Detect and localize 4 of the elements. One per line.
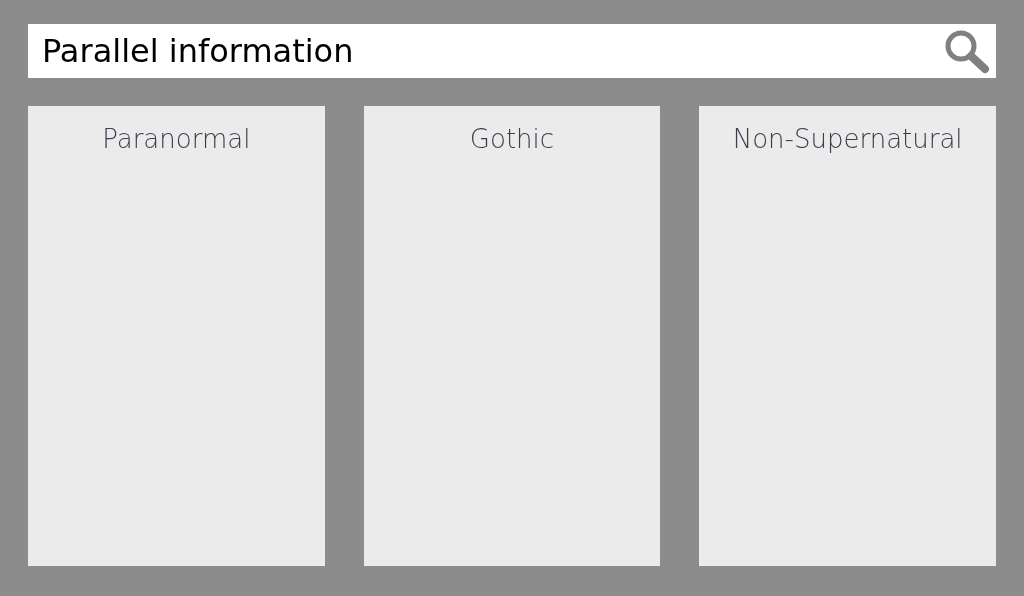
panel-title: Gothic	[469, 123, 555, 156]
panel-title: Non-Supernatural	[732, 123, 963, 156]
search-field[interactable]: Parallel information	[28, 24, 996, 78]
panel-title: Paranormal	[102, 123, 251, 156]
